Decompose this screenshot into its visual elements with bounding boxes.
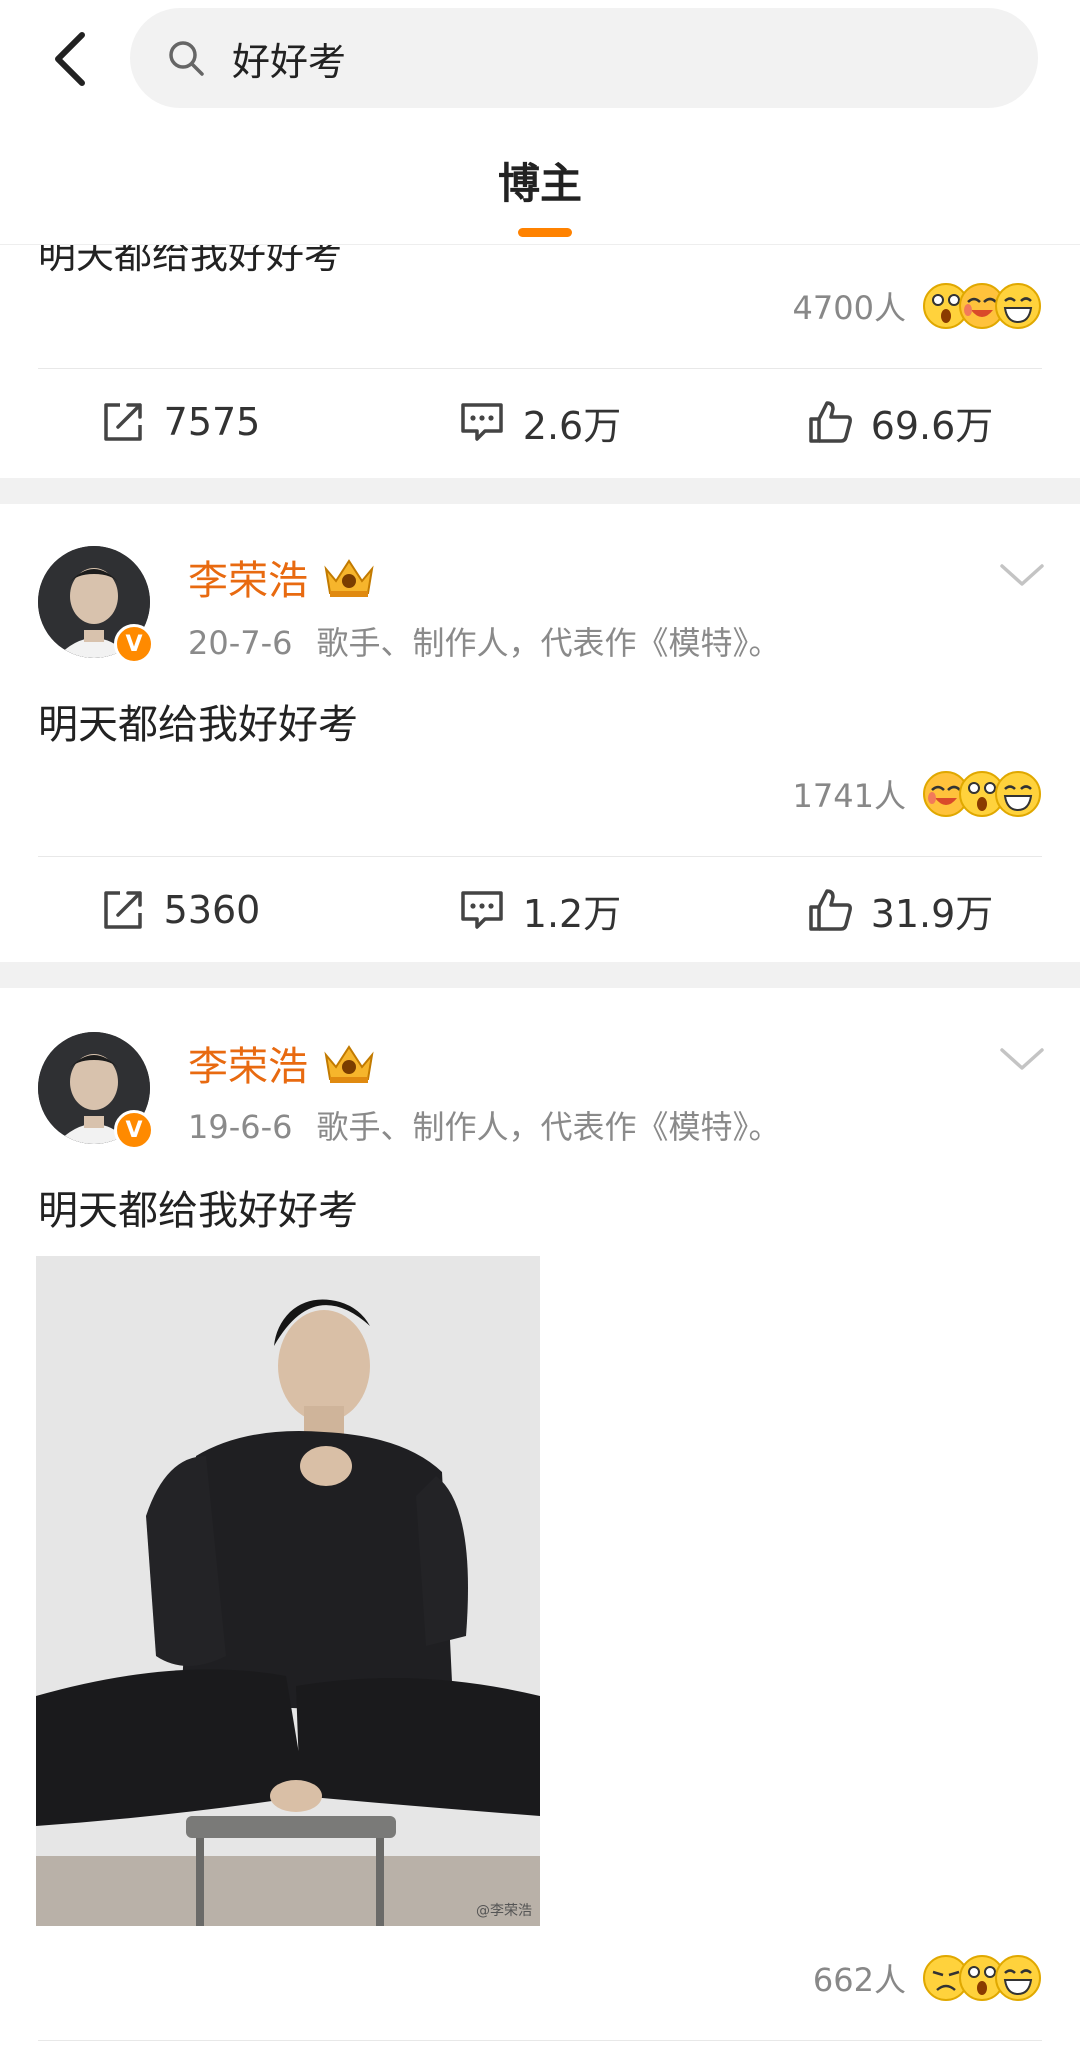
- avatar[interactable]: V: [38, 1032, 154, 1150]
- post-meta: 19-6-6 歌手、制作人，代表作《模特》。: [188, 1102, 781, 1148]
- repost-icon: [103, 891, 142, 929]
- search-input[interactable]: [232, 36, 992, 80]
- repost-button[interactable]: 5360: [0, 860, 360, 960]
- previous-post-actions: 7575 2.6万 69.6万: [0, 372, 1080, 472]
- verified-badge: V: [114, 1110, 154, 1150]
- previous-post-reactions[interactable]: 4700人: [793, 282, 1042, 330]
- verified-badge: V: [114, 624, 154, 664]
- post-actions: 5360 1.2万 31.9万: [0, 860, 1080, 960]
- grin-emoji-icon: [995, 1955, 1041, 2001]
- author-bio: 歌手、制作人，代表作《模特》。: [316, 1108, 781, 1146]
- like-count: 69.6万: [870, 403, 994, 448]
- divider: [38, 2040, 1042, 2041]
- back-icon: [55, 32, 85, 86]
- back-button[interactable]: [38, 22, 102, 96]
- top-bar: 博主: [0, 0, 1080, 245]
- comment-count: 1.2万: [522, 891, 622, 936]
- author-name[interactable]: 李荣浩: [188, 1034, 308, 1092]
- reactions-count: 662人: [812, 1961, 906, 1999]
- reaction-emojis: [922, 282, 1042, 330]
- post-reactions[interactable]: 1741人: [793, 770, 1042, 818]
- post-date: 19-6-6: [188, 1108, 293, 1146]
- comment-button[interactable]: 1.2万: [360, 860, 720, 960]
- post-text: 明天都给我好好考: [38, 702, 358, 748]
- reaction-emojis: [922, 770, 1042, 818]
- like-button[interactable]: 31.9万: [720, 860, 1080, 960]
- chevron-down-icon[interactable]: [998, 560, 1046, 590]
- grin-emoji-icon: [995, 771, 1041, 817]
- post-image[interactable]: @李荣浩: [36, 1256, 540, 1926]
- card-separator: [0, 478, 1080, 504]
- author-bio: 歌手、制作人，代表作《模特》。: [316, 624, 781, 662]
- divider: [38, 856, 1042, 857]
- comment-count: 2.6万: [522, 403, 622, 448]
- tab-active-indicator: [518, 228, 572, 237]
- crown-icon: [324, 559, 374, 597]
- like-count: 31.9万: [870, 891, 994, 936]
- post-meta: 20-7-6 歌手、制作人，代表作《模特》。: [188, 618, 781, 664]
- like-icon: [808, 401, 852, 443]
- repost-count: 7575: [163, 400, 261, 444]
- comment-icon: [461, 891, 503, 929]
- repost-icon: [103, 403, 142, 441]
- post-reactions[interactable]: 662人: [813, 1954, 1042, 2002]
- divider: [38, 368, 1042, 369]
- repost-button[interactable]: 7575: [0, 372, 360, 472]
- avatar[interactable]: V: [38, 546, 154, 664]
- author-row[interactable]: 李荣浩: [188, 1034, 376, 1092]
- image-watermark: @李荣浩: [476, 1903, 532, 1919]
- grin-emoji-icon: [995, 283, 1041, 329]
- post-text: 明天都给我好好考: [38, 1188, 358, 1234]
- comment-icon: [461, 403, 503, 441]
- search-bar[interactable]: [130, 8, 1038, 108]
- author-row[interactable]: 李荣浩: [188, 548, 376, 606]
- repost-count: 5360: [163, 888, 261, 932]
- chevron-down-icon[interactable]: [998, 1044, 1046, 1074]
- tab-bloggers[interactable]: 博主: [0, 150, 1080, 211]
- comment-button[interactable]: 2.6万: [360, 372, 720, 472]
- reactions-count: 4700人: [792, 289, 906, 327]
- like-button[interactable]: 69.6万: [720, 372, 1080, 472]
- reaction-emojis: [922, 1954, 1042, 2002]
- author-name[interactable]: 李荣浩: [188, 548, 308, 606]
- search-icon: [166, 36, 210, 80]
- crown-icon: [324, 1045, 374, 1083]
- reactions-count: 1741人: [792, 777, 906, 815]
- like-icon: [808, 889, 852, 931]
- post-date: 20-7-6: [188, 624, 293, 662]
- card-separator: [0, 962, 1080, 988]
